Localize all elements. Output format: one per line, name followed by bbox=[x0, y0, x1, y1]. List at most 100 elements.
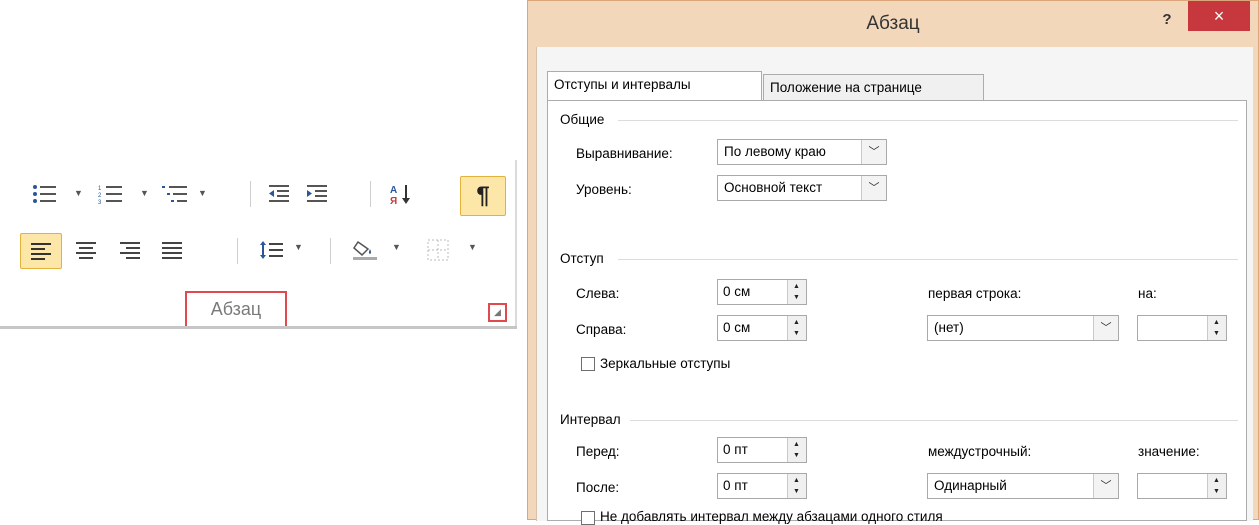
section-divider bbox=[618, 120, 1238, 121]
level-select[interactable]: Основной текст ﹀ bbox=[717, 175, 887, 201]
indent-left-label: Слева: bbox=[576, 286, 620, 301]
ribbon-separator bbox=[370, 181, 371, 207]
first-line-label: первая строка: bbox=[928, 286, 1022, 301]
first-line-select[interactable]: (нет) ﹀ bbox=[927, 315, 1119, 341]
spinner-buttons: ▲ ▼ bbox=[787, 280, 806, 304]
indent-right-spinner[interactable]: 0 см ▲ ▼ bbox=[717, 315, 807, 341]
spinner-buttons: ▲ ▼ bbox=[787, 438, 806, 462]
spin-up-icon[interactable]: ▲ bbox=[790, 317, 803, 328]
indent-by-label: на: bbox=[1138, 286, 1157, 301]
bullets-dropdown-icon[interactable]: ▼ bbox=[74, 188, 83, 198]
indent-left-value: 0 см bbox=[723, 284, 751, 299]
spin-up-icon[interactable]: ▲ bbox=[790, 281, 803, 292]
shading-icon[interactable] bbox=[345, 233, 385, 267]
line-spacing-select[interactable]: Одинарный ﹀ bbox=[927, 473, 1119, 499]
align-center-icon[interactable] bbox=[66, 233, 106, 267]
indent-left-spinner[interactable]: 0 см ▲ ▼ bbox=[717, 279, 807, 305]
line-spacing-dropdown-icon[interactable]: ▼ bbox=[294, 242, 303, 252]
spacing-after-spinner[interactable]: 0 пт ▲ ▼ bbox=[717, 473, 807, 499]
spin-down-icon[interactable]: ▼ bbox=[1210, 486, 1223, 497]
svg-text:А: А bbox=[390, 185, 397, 196]
spacing-before-spinner[interactable]: 0 пт ▲ ▼ bbox=[717, 437, 807, 463]
spin-down-icon[interactable]: ▼ bbox=[790, 328, 803, 339]
indent-by-spinner[interactable]: ▲ ▼ bbox=[1137, 315, 1227, 341]
spacing-after-value: 0 пт bbox=[723, 478, 748, 493]
increase-indent-icon[interactable] bbox=[300, 180, 334, 208]
paragraph-dialog-launcher-icon[interactable]: ◢ bbox=[488, 303, 507, 322]
spacing-before-label: Перед: bbox=[576, 444, 620, 459]
chevron-down-icon[interactable]: ﹀ bbox=[1093, 316, 1118, 340]
paragraph-group-label: Абзац bbox=[185, 291, 287, 328]
line-spacing-icon[interactable] bbox=[252, 233, 292, 267]
section-divider bbox=[630, 420, 1238, 421]
spinner-buttons: ▲ ▼ bbox=[787, 474, 806, 498]
section-divider bbox=[618, 259, 1238, 260]
dialog-client-area: Отступы и интервалы Положение на страниц… bbox=[536, 47, 1253, 525]
tab-panel: Общие Выравнивание: По левому краю ﹀ Уро… bbox=[547, 100, 1247, 525]
show-formatting-icon[interactable]: ¶ bbox=[460, 176, 506, 216]
svg-text:2: 2 bbox=[98, 193, 102, 199]
no-space-same-style-checkbox[interactable] bbox=[581, 511, 595, 525]
level-label: Уровень: bbox=[576, 182, 632, 197]
spin-up-icon[interactable]: ▲ bbox=[790, 439, 803, 450]
alignment-select[interactable]: По левому краю ﹀ bbox=[717, 139, 887, 165]
align-left-icon[interactable] bbox=[20, 233, 62, 269]
decrease-indent-icon[interactable] bbox=[262, 180, 296, 208]
spin-up-icon[interactable]: ▲ bbox=[790, 475, 803, 486]
borders-icon[interactable] bbox=[418, 233, 458, 267]
svg-text:3: 3 bbox=[98, 200, 102, 204]
tab-label: Положение на странице bbox=[770, 80, 922, 95]
shading-dropdown-icon[interactable]: ▼ bbox=[392, 242, 401, 252]
alignment-value: По левому краю bbox=[724, 144, 826, 159]
tab-line-and-page-breaks[interactable]: Положение на странице bbox=[763, 74, 984, 101]
section-indent-heading: Отступ bbox=[560, 251, 604, 266]
spinner-buttons: ▲ ▼ bbox=[1207, 474, 1226, 498]
tab-indents-and-spacing[interactable]: Отступы и интервалы bbox=[547, 71, 762, 101]
tab-label: Отступы и интервалы bbox=[554, 77, 691, 92]
section-spacing-heading: Интервал bbox=[560, 412, 621, 427]
bullets-icon[interactable] bbox=[28, 180, 62, 208]
spacing-at-spinner[interactable]: ▲ ▼ bbox=[1137, 473, 1227, 499]
ribbon-group-divider bbox=[515, 160, 517, 328]
align-right-icon[interactable] bbox=[110, 233, 150, 267]
svg-text:1: 1 bbox=[98, 186, 102, 192]
multilevel-list-icon[interactable] bbox=[158, 180, 192, 208]
spin-up-icon[interactable]: ▲ bbox=[1210, 475, 1223, 486]
spacing-at-label: значение: bbox=[1138, 444, 1200, 459]
spacing-after-label: После: bbox=[576, 480, 620, 495]
spin-up-icon[interactable]: ▲ bbox=[1210, 317, 1223, 328]
help-button[interactable]: ? bbox=[1156, 9, 1178, 31]
level-value: Основной текст bbox=[724, 180, 823, 195]
line-spacing-label: междустрочный: bbox=[928, 444, 1032, 459]
mirror-indents-label: Зеркальные отступы bbox=[600, 356, 731, 371]
chevron-down-icon[interactable]: ﹀ bbox=[861, 140, 886, 164]
ribbon-separator bbox=[330, 238, 331, 264]
dialog-titlebar[interactable]: Абзац ? × bbox=[528, 1, 1258, 47]
paragraph-dialog: Абзац ? × Отступы и интервалы Положение … bbox=[527, 0, 1259, 525]
no-space-same-style-label: Не добавлять интервал между абзацами одн… bbox=[600, 509, 943, 524]
alignment-label: Выравнивание: bbox=[576, 146, 673, 161]
sort-icon[interactable]: АЯ bbox=[384, 180, 418, 208]
multilevel-dropdown-icon[interactable]: ▼ bbox=[198, 188, 207, 198]
svg-text:Я: Я bbox=[390, 196, 397, 205]
spinner-buttons: ▲ ▼ bbox=[1207, 316, 1226, 340]
spin-down-icon[interactable]: ▼ bbox=[790, 292, 803, 303]
spinner-buttons: ▲ ▼ bbox=[787, 316, 806, 340]
spin-down-icon[interactable]: ▼ bbox=[790, 450, 803, 461]
line-spacing-value: Одинарный bbox=[934, 478, 1007, 493]
close-button[interactable]: × bbox=[1188, 1, 1250, 31]
section-general-heading: Общие bbox=[560, 112, 605, 127]
spin-down-icon[interactable]: ▼ bbox=[1210, 328, 1223, 339]
numbering-dropdown-icon[interactable]: ▼ bbox=[140, 188, 149, 198]
mirror-indents-checkbox[interactable] bbox=[581, 357, 595, 371]
ribbon-separator bbox=[250, 181, 251, 207]
justify-icon[interactable] bbox=[152, 233, 192, 267]
spin-down-icon[interactable]: ▼ bbox=[790, 486, 803, 497]
indent-right-value: 0 см bbox=[723, 320, 751, 335]
first-line-value: (нет) bbox=[934, 320, 964, 335]
chevron-down-icon[interactable]: ﹀ bbox=[1093, 474, 1118, 498]
borders-dropdown-icon[interactable]: ▼ bbox=[468, 242, 477, 252]
numbering-icon[interactable]: 123 bbox=[94, 180, 128, 208]
indent-right-label: Справа: bbox=[576, 322, 627, 337]
chevron-down-icon[interactable]: ﹀ bbox=[861, 176, 886, 200]
